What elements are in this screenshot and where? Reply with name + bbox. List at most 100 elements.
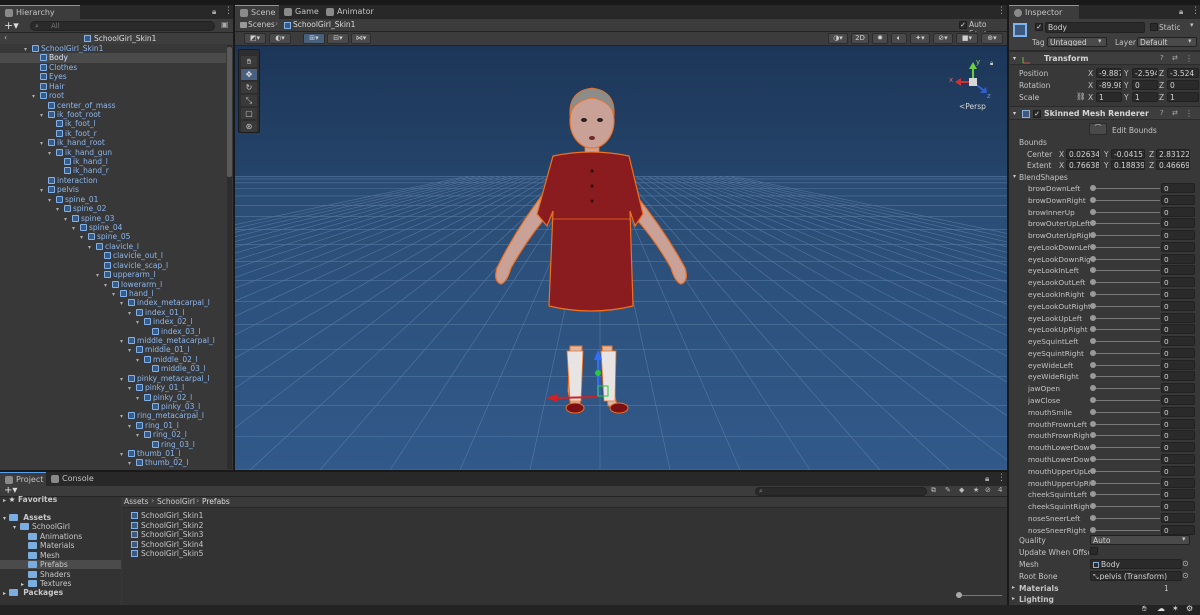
render-mode-button[interactable]: ◐▾ [269, 33, 291, 44]
blendshape-value-field[interactable]: 0 [1161, 430, 1195, 441]
add-icon[interactable]: +▾ [4, 19, 19, 32]
chevron-right-icon[interactable]: ▸ [1012, 595, 1015, 602]
blendshape-value-field[interactable]: 0 [1161, 477, 1195, 488]
gizmos-button[interactable]: ⊕▾ [981, 33, 1003, 44]
hierarchy-row[interactable]: ik_hand_r [0, 166, 226, 175]
transform-y-field[interactable]: 0 [1132, 80, 1158, 90]
hierarchy-row[interactable]: ▾ pelvis [0, 185, 226, 194]
blendshape-slider-knob[interactable] [1090, 208, 1096, 215]
blendshape-slider-knob[interactable] [1090, 503, 1096, 510]
hierarchy-row[interactable]: interaction [0, 176, 226, 185]
hierarchy-row[interactable]: ik_hand_l [0, 157, 226, 166]
quality-dropdown[interactable]: Auto [1090, 535, 1190, 545]
hierarchy-row[interactable]: ▾ pinky_02_l [0, 393, 226, 402]
hierarchy-row[interactable]: Hair [0, 82, 226, 91]
blendshape-slider-knob[interactable] [1090, 455, 1096, 462]
blendshape-value-field[interactable]: 0 [1161, 265, 1195, 276]
blendshape-value-field[interactable]: 0 [1161, 194, 1195, 205]
materials-label[interactable]: Materials [1019, 584, 1059, 593]
blendshape-slider-knob[interactable] [1090, 279, 1096, 286]
settings-icon[interactable]: ⚙ [1186, 604, 1193, 613]
asset-file-row[interactable]: SchoolGirl_Skin2 [131, 521, 203, 530]
light-toggle-icon[interactable]: ✹ [872, 33, 888, 44]
more-icon[interactable]: ⋮ [997, 6, 1006, 16]
hierarchy-row[interactable]: ▾ spine_05 [0, 232, 226, 241]
blendshape-slider-knob[interactable] [1090, 220, 1096, 227]
blendshape-value-field[interactable]: 0 [1161, 324, 1195, 335]
blendshape-slider[interactable] [1092, 223, 1160, 225]
effects-button[interactable]: ✦▾ [910, 33, 930, 44]
project-folder-row[interactable]: Materials [0, 541, 121, 550]
blendshape-slider[interactable] [1092, 235, 1160, 237]
cloud-icon[interactable]: ☁ [1157, 604, 1165, 613]
project-search-input[interactable]: ⌕ [755, 487, 927, 496]
blendshape-slider-knob[interactable] [1090, 514, 1096, 521]
blendshape-slider[interactable] [1092, 400, 1160, 402]
blendshape-slider[interactable] [1092, 423, 1160, 425]
hierarchy-row[interactable]: center_of_mass [0, 101, 226, 110]
hierarchy-row[interactable]: ring_03_l [0, 440, 226, 449]
tab-project[interactable]: Project [0, 472, 46, 486]
blendshape-value-field[interactable]: 0 [1161, 289, 1195, 300]
hierarchy-row[interactable]: ik_foot_l [0, 119, 226, 128]
blendshape-value-field[interactable]: 0 [1161, 230, 1195, 241]
hierarchy-row[interactable]: index_03_l [0, 327, 226, 336]
scale-tool-icon[interactable]: ⤡ [241, 95, 257, 106]
asset-file-row[interactable]: SchoolGirl_Skin5 [131, 549, 203, 558]
blendshape-slider[interactable] [1092, 517, 1160, 519]
lock-icon[interactable]: 🔒︎ [990, 60, 993, 68]
scene-viewport[interactable]: ✋︎ ✥ ↻ ⤡ ▢ ⊛ y x z 🔒︎ <Persp [235, 46, 1007, 470]
hand-icon[interactable]: ✋︎ [1142, 604, 1147, 614]
static-checkbox[interactable] [1150, 23, 1158, 31]
blendshape-slider[interactable] [1092, 270, 1160, 272]
smr-enabled-checkbox[interactable]: ✓ [1033, 110, 1041, 118]
project-folder-row[interactable]: ▸ Textures [0, 579, 121, 588]
hierarchy-row[interactable]: middle_03_l [0, 364, 226, 373]
transform-x-field[interactable]: -89.98 [1096, 80, 1122, 90]
blendshape-slider-knob[interactable] [1090, 338, 1096, 345]
breadcrumb-assets[interactable]: Assets [124, 497, 148, 506]
blendshape-slider-knob[interactable] [1090, 326, 1096, 333]
tag-icon[interactable]: ◆ [959, 486, 964, 494]
blendshape-slider-knob[interactable] [1090, 373, 1096, 380]
breadcrumb-root[interactable]: Scenes [248, 20, 275, 29]
blendshape-slider[interactable] [1092, 317, 1160, 319]
more-icon[interactable]: ⋮ [997, 473, 1006, 483]
hierarchy-row[interactable]: ▾ spine_03 [0, 214, 226, 223]
hierarchy-row[interactable]: ik_foot_r [0, 129, 226, 138]
blendshape-slider-knob[interactable] [1090, 291, 1096, 298]
asset-file-row[interactable]: SchoolGirl_Skin1 [131, 511, 203, 520]
preset-icon[interactable]: ⇄ [1172, 52, 1178, 65]
blendshape-value-field[interactable]: 0 [1161, 347, 1195, 358]
hierarchy-row[interactable]: ▾ root [0, 91, 226, 100]
search-by-label-icon[interactable]: ✎ [945, 486, 951, 494]
active-checkbox[interactable]: ✓ [1035, 23, 1043, 31]
snap-button[interactable]: ⋈▾ [351, 33, 371, 44]
hierarchy-row[interactable]: ▾ ring_02_l [0, 430, 226, 439]
blendshape-slider[interactable] [1092, 376, 1160, 378]
tab-inspector[interactable]: Inspector [1009, 5, 1079, 19]
blendshape-slider[interactable] [1092, 411, 1160, 413]
blendshape-slider-knob[interactable] [1090, 420, 1096, 427]
tab-hierarchy[interactable]: Hierarchy [0, 5, 80, 19]
blendshape-value-field[interactable]: 0 [1161, 524, 1195, 535]
blendshape-slider[interactable] [1092, 329, 1160, 331]
hierarchy-row[interactable]: ▾ ring_01_l [0, 421, 226, 430]
blendshape-slider-knob[interactable] [1090, 361, 1096, 368]
preset-icon[interactable]: ⇄ [1172, 107, 1178, 120]
hand-tool-icon[interactable]: ✋︎ [241, 56, 257, 67]
transform-z-field[interactable]: -3.524 [1167, 68, 1199, 78]
blendshape-slider-knob[interactable] [1090, 314, 1096, 321]
lighting-label[interactable]: Lighting [1019, 595, 1054, 604]
extent-y-field[interactable]: 0.18839 [1111, 160, 1145, 170]
hierarchy-row[interactable]: ▾ spine_04 [0, 223, 226, 232]
tab-console[interactable]: Console [46, 472, 94, 486]
blendshape-value-field[interactable]: 0 [1161, 489, 1195, 500]
hierarchy-row[interactable]: clavicle_scap_l [0, 261, 226, 270]
hidden-objects-button[interactable]: ⊘▾ [933, 33, 953, 44]
hierarchy-row[interactable]: clavicle_out_l [0, 251, 226, 260]
hierarchy-row[interactable]: Eyes [0, 72, 226, 81]
hierarchy-row[interactable]: ▾ lowerarm_l [0, 280, 226, 289]
blendshape-slider-knob[interactable] [1090, 432, 1096, 439]
hierarchy-row[interactable]: ▾ index_01_l [0, 308, 226, 317]
